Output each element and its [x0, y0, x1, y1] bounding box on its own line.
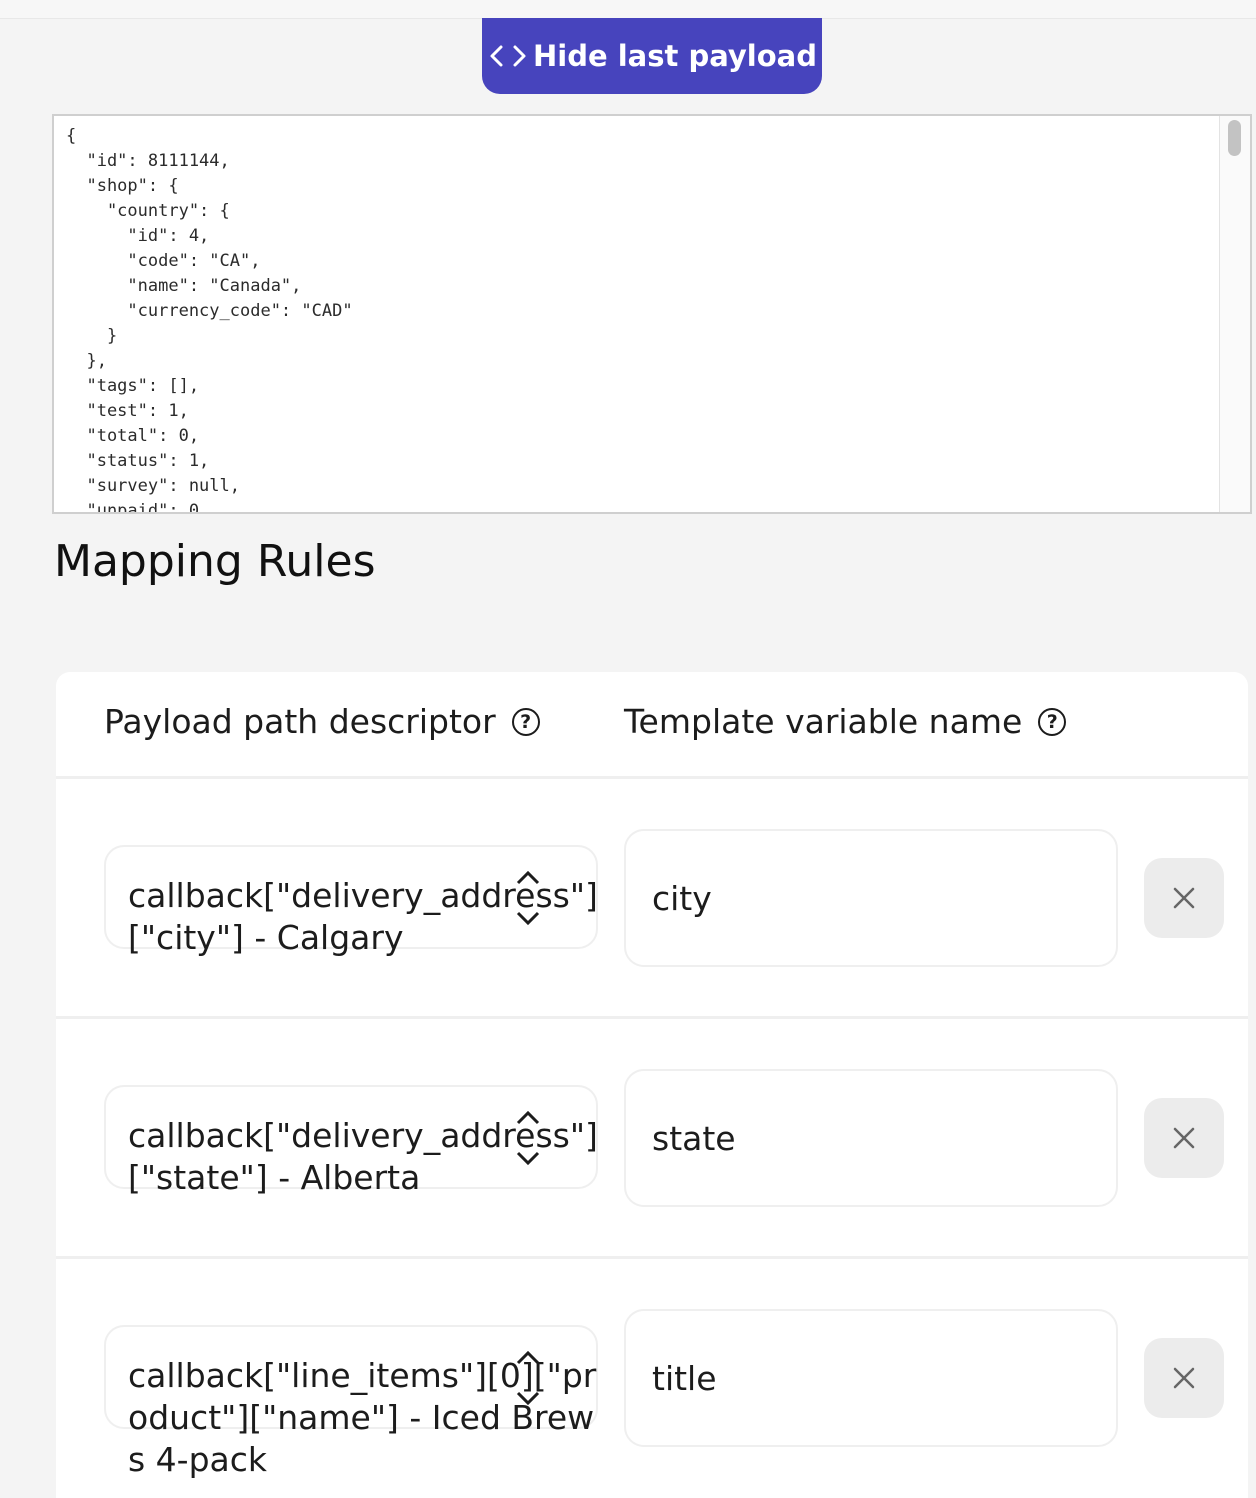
- up-down-caret-icon: [516, 1350, 540, 1406]
- close-icon: [1173, 1367, 1195, 1389]
- question-circle-icon[interactable]: ?: [1038, 707, 1067, 736]
- mapping-rules-header: Payload path descriptor ? Template varia…: [56, 672, 1248, 779]
- close-icon: [1173, 887, 1195, 909]
- remove-rule-button[interactable]: [1144, 1338, 1224, 1418]
- mapping-rule-row: callback["delivery_address"]["city"] - C…: [56, 779, 1248, 1019]
- variable-column-header: Template variable name ?: [624, 702, 1067, 741]
- template-variable-input[interactable]: [624, 829, 1118, 967]
- last-payload-viewer[interactable]: { "id": 8111144, "shop": { "country": { …: [52, 114, 1252, 514]
- mapping-rule-row: callback["delivery_address"]["state"] - …: [56, 1019, 1248, 1259]
- up-down-caret-icon: [516, 870, 540, 926]
- close-icon: [1173, 1127, 1195, 1149]
- path-column-header: Payload path descriptor ?: [104, 702, 540, 741]
- template-variable-input[interactable]: [624, 1309, 1118, 1447]
- up-down-caret-icon: [516, 1110, 540, 1166]
- payload-scrollbar[interactable]: [1219, 116, 1250, 512]
- mapping-rule-row: callback["line_items"][0]["product"]["na…: [56, 1259, 1248, 1498]
- mapping-rules-title: Mapping Rules: [54, 536, 376, 587]
- hide-last-payload-label: Hide last payload: [533, 39, 817, 73]
- path-column-label: Payload path descriptor: [104, 702, 496, 741]
- mapping-rules-table: Payload path descriptor ? Template varia…: [56, 672, 1248, 1498]
- template-variable-input[interactable]: [624, 1069, 1118, 1207]
- remove-rule-button[interactable]: [1144, 1098, 1224, 1178]
- remove-rule-button[interactable]: [1144, 858, 1224, 938]
- hide-last-payload-button[interactable]: Hide last payload: [482, 18, 822, 94]
- variable-column-label: Template variable name: [624, 702, 1023, 741]
- question-circle-icon[interactable]: ?: [511, 707, 540, 736]
- payload-scroll-thumb[interactable]: [1228, 120, 1241, 156]
- code-brackets-icon: [490, 45, 526, 67]
- payload-json-text: { "id": 8111144, "shop": { "country": { …: [66, 126, 353, 514]
- top-strip: [0, 0, 1256, 19]
